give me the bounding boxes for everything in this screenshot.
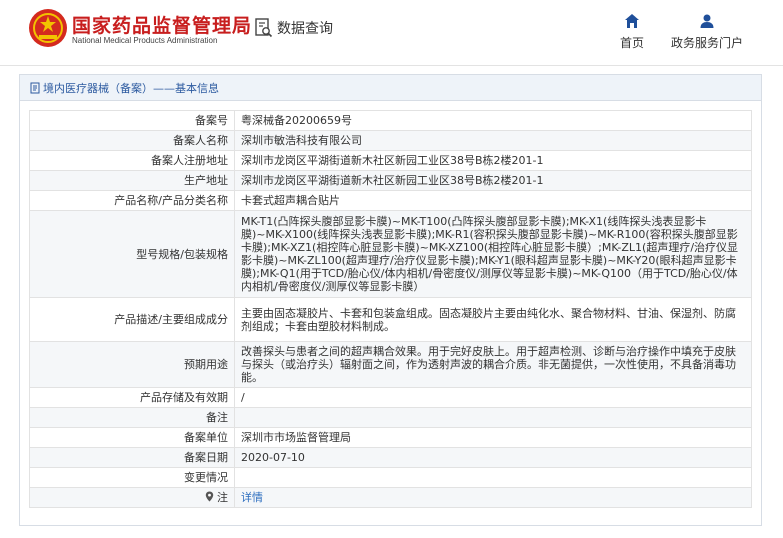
table-row: 变更情况	[29, 467, 752, 488]
row-value: 粤深械备20200659号	[234, 110, 752, 131]
site-title[interactable]: 国家药品监督管理局	[72, 11, 252, 38]
row-value: 详情	[234, 487, 752, 508]
table-row: 产品存储及有效期 /	[29, 387, 752, 408]
row-label: 备案人注册地址	[29, 150, 235, 171]
national-emblem-icon	[29, 9, 67, 47]
row-label: 产品存储及有效期	[29, 387, 235, 408]
nav-gov-service-portal[interactable]: 政务服务门户	[671, 12, 743, 51]
panel-header: 境内医疗器械（备案）——基本信息	[20, 75, 761, 101]
data-query-label: 数据查询	[277, 21, 333, 37]
row-label: 型号规格/包装规格	[29, 210, 235, 298]
row-value: 深圳市龙岗区平湖街道新木社区新园工业区38号B栋2楼201-1	[234, 170, 752, 191]
nav-home-label: 首页	[620, 36, 645, 50]
row-label: 备注	[29, 407, 235, 428]
row-label: 产品名称/产品分类名称	[29, 190, 235, 211]
nav-home[interactable]: 首页	[620, 12, 644, 51]
row-label: 产品描述/主要组成成分	[29, 297, 235, 342]
row-label: 备案人名称	[29, 130, 235, 151]
table-row: 备案号 粤深械备20200659号	[29, 110, 752, 131]
table-row: 产品描述/主要组成成分 主要由固态凝胶片、卡套和包装盒组成。固态凝胶片主要由纯化…	[29, 297, 752, 342]
table-row: 型号规格/包装规格 MK-T1(凸阵探头腹部显影卡膜)~MK-T100(凸阵探头…	[29, 210, 752, 298]
row-value: 改善探头与患者之间的超声耦合效果。用于完好皮肤上。用于超声检测、诊断与治疗操作中…	[234, 341, 752, 388]
row-value: 主要由固态凝胶片、卡套和包装盒组成。固态凝胶片主要由纯化水、聚合物材料、甘油、保…	[234, 297, 752, 342]
data-query-link[interactable]: 数据查询	[255, 18, 333, 38]
row-value: 卡套式超声耦合贴片	[234, 190, 752, 211]
site-header: 国家药品监督管理局 National Medical Products Admi…	[0, 0, 783, 66]
row-value	[234, 467, 752, 488]
document-icon	[30, 82, 40, 93]
nav-gov-service-label: 政务服务门户	[671, 36, 744, 50]
row-value: 2020-07-10	[234, 447, 752, 468]
table-row: 备案单位 深圳市市场监督管理局	[29, 427, 752, 448]
row-label: 变更情况	[29, 467, 235, 488]
table-row: 备案日期 2020-07-10	[29, 447, 752, 468]
table-row: 产品名称/产品分类名称 卡套式超声耦合贴片	[29, 190, 752, 211]
row-label: 备案单位	[29, 427, 235, 448]
row-value: MK-T1(凸阵探头腹部显影卡膜)~MK-T100(凸阵探头腹部显影卡膜);MK…	[234, 210, 752, 298]
row-value: 深圳市敏浩科技有限公司	[234, 130, 752, 151]
note-label-cell: 注	[29, 487, 235, 508]
location-pin-icon	[205, 491, 213, 502]
site-subtitle: National Medical Products Administration	[72, 36, 218, 45]
row-label: 生产地址	[29, 170, 235, 191]
table-row: 备案人注册地址 深圳市龙岗区平湖街道新木社区新园工业区38号B栋2楼201-1	[29, 150, 752, 171]
table-row: 生产地址 深圳市龙岗区平湖街道新木社区新园工业区38号B栋2楼201-1	[29, 170, 752, 191]
home-icon	[625, 14, 639, 28]
record-table: 备案号 粤深械备20200659号 备案人名称 深圳市敏浩科技有限公司 备案人注…	[29, 110, 752, 508]
table-row: 备注	[29, 407, 752, 428]
table-row: 注 详情	[29, 487, 752, 508]
details-link[interactable]: 详情	[241, 491, 263, 504]
document-search-icon	[255, 18, 273, 38]
row-label: 备案号	[29, 110, 235, 131]
row-label: 备案日期	[29, 447, 235, 468]
table-row: 预期用途 改善探头与患者之间的超声耦合效果。用于完好皮肤上。用于超声检测、诊断与…	[29, 341, 752, 388]
row-value	[234, 407, 752, 428]
row-value: 深圳市市场监督管理局	[234, 427, 752, 448]
user-icon	[700, 14, 714, 28]
row-label: 预期用途	[29, 341, 235, 388]
panel-title: 境内医疗器械（备案）——基本信息	[43, 81, 219, 95]
row-value: 深圳市龙岗区平湖街道新木社区新园工业区38号B栋2楼201-1	[234, 150, 752, 171]
record-panel: 境内医疗器械（备案）——基本信息 备案号 粤深械备20200659号 备案人名称…	[19, 74, 762, 526]
note-label: 注	[217, 491, 228, 504]
row-value: /	[234, 387, 752, 408]
table-row: 备案人名称 深圳市敏浩科技有限公司	[29, 130, 752, 151]
